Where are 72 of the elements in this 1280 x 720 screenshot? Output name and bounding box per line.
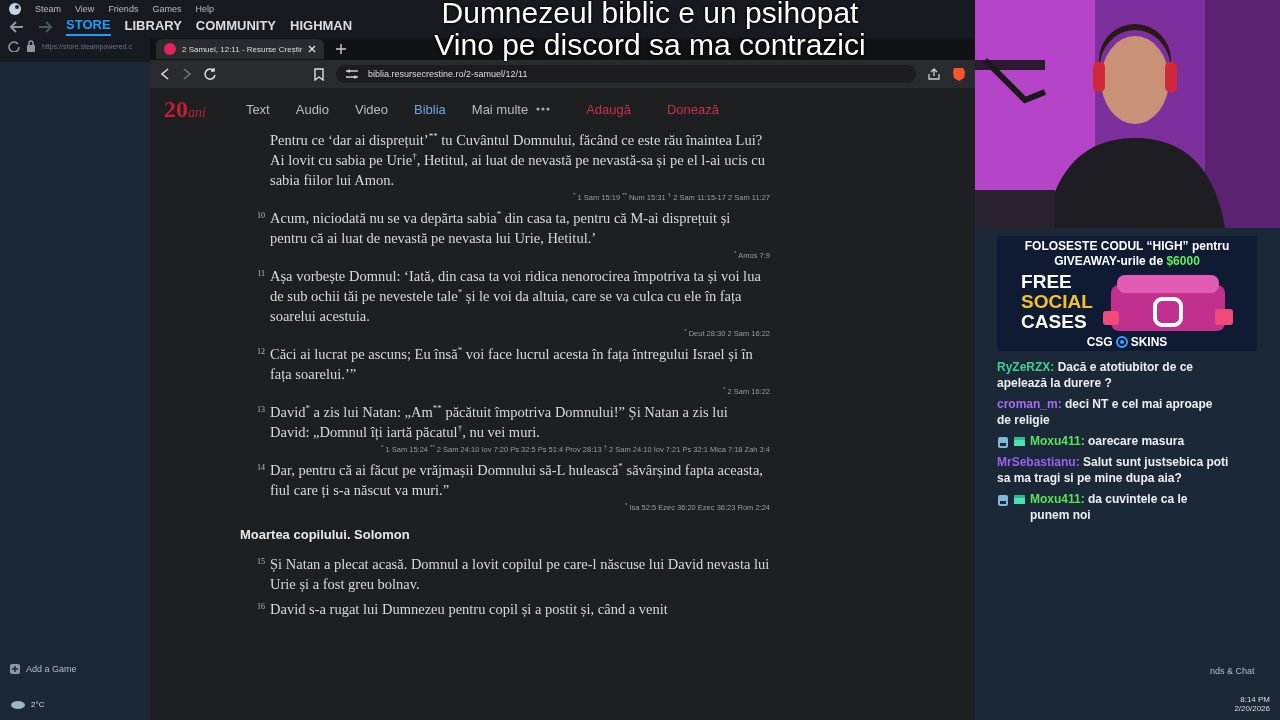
nav-link[interactable]: Audio [295,101,329,117]
clock[interactable]: 8:14 PM 2/20/2026 [1234,695,1270,713]
weather-text: 2°C [31,699,45,709]
plus-icon [10,664,20,674]
refresh-icon[interactable] [8,40,20,52]
promo-text: SOCIAL [1021,292,1093,312]
menu-item[interactable]: Friends [108,4,139,14]
chat-message: MrSebastianu: Salut sunt justsebica poti sa ma tragi si pe mine dupa aia? [997,454,1229,486]
site-settings-icon [346,69,358,79]
chat-message: croman_m: deci NT e cel mai aproape de religie [997,396,1214,428]
address-bar[interactable]: biblia.resursecrestine.ro/2-samuel/12/11 [336,65,916,83]
verse-number: 15 [256,556,265,568]
ad-subline: GIVEAWAY-urile de $6000 [1054,254,1200,269]
gift-badge-icon [1014,435,1025,446]
promo-text: FREE [1021,272,1073,292]
verse-text: David s-a rugat lui Dumnezeu pentru copil și a postit și, când a venit [270,600,669,619]
weather-icon [10,698,26,710]
back-arrow-icon[interactable] [10,20,24,33]
verse-text: Dar, pentru că ai făcut pe vrăjmașii Domnului să-L hulească$^{*}$ săvârșind fapta aceasta, fiul care ți s-a născut va muri.” [270,460,764,500]
menu-item[interactable]: View [75,4,95,14]
nav-link[interactable]: Biblia [414,101,446,117]
bookmark-icon[interactable] [314,67,324,81]
nav-link[interactable]: Mai multe [471,101,551,117]
ad-headline: FOLOSESTE CODUL “HIGH” pentru [1024,239,1230,254]
nav-tab[interactable]: HIGHMAN [290,18,353,35]
verse-text: Acum, niciodată nu se va depărta sabia$^{*}$ din casa ta, pentru că M-ai disprețuit și pentru că ai luat de nevastă pe nevasta lui Urie, Hetitul.’ [270,208,732,248]
close-icon[interactable] [308,45,317,53]
promo-text: CASES [1021,312,1088,332]
site-favicon-icon [164,43,176,55]
verse-number: 12 [256,346,265,358]
section-heading: Moartea copilului. Solomon [240,527,411,542]
new-tab-icon[interactable] [336,44,347,54]
back-icon[interactable] [160,68,170,80]
verse-text: Pentru ce ‘dar ai disprețuit’$^{**}$ tu Cuvântul Domnului, făcând ce este rău înaintea Lui? Ai lovit cu sabia pe Urie$^{†}$, Hetitul, ai luat de nevastă pe nevastă-sa și pe el l-ai ucis cu sabia fiilor lui Amon. [270,130,766,190]
caption-text: Dumnezeul biblic e un psihopat [441,0,859,29]
menu-item[interactable]: Steam [35,4,61,14]
verse-number: 10 [256,210,265,222]
verse-number: 16 [256,601,265,613]
lion-shield-icon[interactable] [952,67,965,81]
menu-item[interactable]: Games [152,4,182,14]
verse-text: Așa vorbește Domnul: ‘Iată, din casa ta voi ridica nenorocirea împotriva ta și voi lua de sub ochii tăi pe nevestele tale$^{*}$ și le voi da altuia, care se va culca cu ele în fața soarelui acestuia. [270,267,762,326]
menu-item[interactable]: Help [195,4,214,14]
reload-icon[interactable] [204,68,216,80]
verse-text: Și Natan a plecat acasă. Domnul a lovit copilul pe care-l născuse lui David nevasta lui Urie și a fost greu bolnav. [270,555,770,594]
nav-link[interactable]: Text [245,101,270,117]
more-dots-icon [536,107,551,111]
forward-icon[interactable] [182,68,192,80]
verse-text: Căci ai lucrat pe ascuns; Eu însă$^{*}$ voi face lucrul acesta în fața întregului Israel și în fața soarelui.’” [270,344,754,384]
nav-tab[interactable]: LIBRARY [124,18,182,35]
nav-link[interactable]: Video [355,101,388,117]
robot-badge-icon [997,493,1009,506]
nav-tab[interactable]: STORE [66,17,111,36]
browser-tab[interactable]: 2 Samuel, 12:11 - Resurse Creștir [156,39,325,59]
verse-number: 13 [256,404,265,416]
chat-message: Moxu411: da cuvintele ca le punem noi [1030,491,1189,523]
verse-number: 11 [256,268,265,280]
chat-message: RyZeRZX: Dacă e atotiubitor de ce apelează la durere ? [997,359,1195,391]
nav-tab[interactable]: COMMUNITY [195,18,277,35]
gift-badge-icon [1014,493,1025,504]
brand-text: SKINS [1130,335,1168,349]
lock-icon [26,40,36,52]
verse-text: David$^{*}$ a zis lui Natan: „Am$^{**}$ păcătuit împotriva Domnului!” Și Natan a zis lui David: „Domnul îți iartă păcatul$^{†}$, nu vei muri. [270,402,729,442]
chat-message: Moxu411: oarecare masura [1030,433,1186,449]
add-game-button[interactable]: Add a Game [10,664,77,674]
verse-number: 14 [256,462,265,474]
target-icon [1115,336,1128,348]
caption-text: Vino pe discord sa ma contrazici [434,29,866,61]
share-icon[interactable] [928,68,940,80]
friends-chat-button[interactable]: nds & Chat [1210,666,1255,676]
robot-badge-icon [997,435,1009,448]
brand-text: CSG [1086,335,1113,349]
steam-logo-icon [9,3,21,15]
